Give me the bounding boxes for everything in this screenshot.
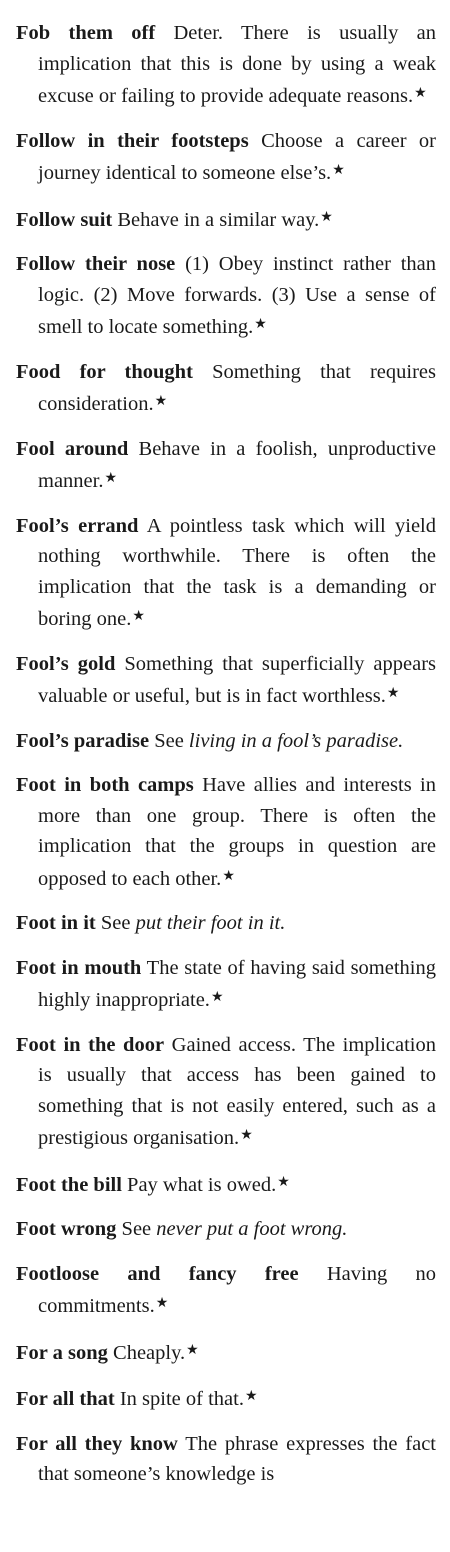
star-icon: ★ [104,471,118,486]
entry-term: Foot in both camps [16,774,194,796]
entry-term: Follow suit [16,208,113,231]
entry-foot-the-bill: Foot the bill Pay what is owed.★ [16,1168,436,1201]
cross-reference: living in a fool’s paradise. [188,729,404,752]
entry-term: Foot in mouth [16,956,142,979]
cross-reference: put their foot in it. [135,912,286,934]
star-icon: ★ [154,394,168,409]
entry-term: Fob them off [16,22,156,44]
entry-definition: Pay what is owed. [127,1173,277,1196]
entry-term: Fool around [16,437,129,460]
entry-term: Foot wrong [16,1218,117,1240]
entry-term: For all that [16,1388,115,1410]
star-icon: ★ [254,317,267,332]
entry-follow-their-nose: Follow their nose (1) Obey instinct rath… [16,249,436,343]
star-icon: ★ [320,209,333,225]
entry-term: Food for thought [16,360,193,383]
entry-term: Fool’s errand [16,514,139,537]
star-icon: ★ [222,868,235,884]
entry-foot-in-both-camps: Foot in both camps Have allies and inter… [16,770,436,894]
star-icon: ★ [132,609,145,624]
entry-term: Follow their nose [16,253,176,275]
cross-reference: never put a foot wrong. [156,1218,348,1240]
entry-footloose-and-fancy-free: Footloose and fancy free Having no commi… [16,1259,436,1322]
entry-foot-in-the-door: Foot in the door Gained access. The impl… [16,1030,436,1154]
star-icon: ★ [244,1389,258,1404]
entry-term: Foot the bill [16,1173,122,1196]
dictionary-page: Fob them off Deter. There is usually an … [0,0,450,1552]
entry-fools-gold: Fool’s gold Something that superficially… [16,649,436,712]
entry-term: For all they know [16,1432,178,1455]
entry-term: Foot in it [16,912,96,934]
entry-fob-them-off: Fob them off Deter. There is usually an … [16,18,436,112]
entry-fools-paradise: Fool’s paradise See living in a fool’s p… [16,726,436,757]
star-icon: ★ [186,1342,199,1358]
see-label: See [100,912,131,934]
entry-foot-in-it: Foot in it See put their foot in it. [16,908,436,939]
entry-definition: Cheaply. [113,1341,186,1364]
entry-food-for-thought: Food for thought Something that requires… [16,357,436,420]
entry-definition: In spite of that. [119,1388,244,1410]
star-icon: ★ [240,1128,253,1143]
star-icon: ★ [386,686,400,701]
entry-fool-around: Fool around Behave in a foolish, unpro­d… [16,434,436,497]
star-icon: ★ [210,990,224,1005]
entry-foot-wrong: Foot wrong See never put a foot wrong. [16,1214,436,1245]
entry-term: Follow in their footsteps [16,129,249,152]
entry-fools-errand: Fool’s errand A pointless task which wil… [16,511,436,635]
star-icon: ★ [414,86,427,101]
entry-for-all-they-know: For all they know The phrase expresses t… [16,1429,436,1490]
see-label: See [121,1218,152,1240]
star-icon: ★ [155,1296,169,1311]
star-icon: ★ [332,163,345,178]
entry-for-a-song: For a song Cheaply.★ [16,1336,436,1369]
star-icon: ★ [277,1174,290,1190]
entry-term: Fool’s gold [16,652,116,675]
entry-for-all-that: For all that In spite of that.★ [16,1382,436,1415]
entry-term: For a song [16,1341,108,1364]
entry-term: Footloose and fancy free [16,1262,299,1285]
entry-follow-in-their-footsteps: Follow in their footsteps Choose a caree… [16,126,436,189]
entry-foot-in-mouth: Foot in mouth The state of having said s… [16,953,436,1016]
entry-term: Foot in the door [16,1033,165,1056]
entry-definition: Behave in a similar way. [117,208,320,231]
see-label: See [154,729,184,752]
entry-follow-suit: Follow suit Behave in a similar way.★ [16,203,436,236]
entry-term: Fool’s paradise [16,729,150,752]
